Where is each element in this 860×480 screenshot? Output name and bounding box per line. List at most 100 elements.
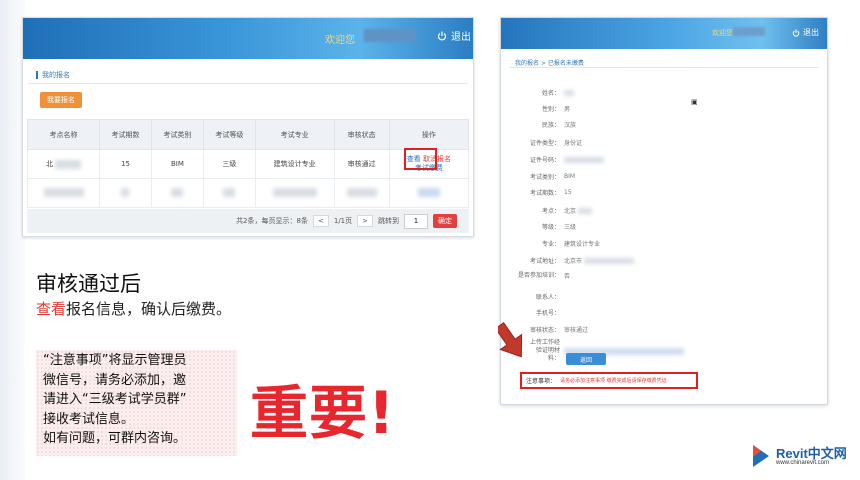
back-button[interactable]: 返回 <box>566 353 606 365</box>
breadcrumb-label[interactable]: 我的报名 <box>42 70 70 80</box>
col-header: 考试等级 <box>202 119 256 150</box>
field-value: 建筑设计专业 <box>564 241 601 248</box>
cancel-registration-link[interactable]: 取消报名 <box>423 155 451 163</box>
redacted-blur <box>346 187 377 197</box>
welcome-text: 欢迎您 <box>712 29 733 37</box>
field-label: 等级： <box>541 224 560 231</box>
field-row: 专业： 建筑设计专业 <box>501 239 600 248</box>
jump-label: 跳转到 <box>378 217 399 225</box>
field-row: 证件类型： 身份证 <box>501 138 582 147</box>
field-label: 考点： <box>541 208 560 215</box>
header-banner: 欢迎您 退出 <box>501 18 827 49</box>
cell-redacted <box>254 178 335 208</box>
col-header: 考试专业 <box>254 119 335 150</box>
header-banner: 欢迎您 退出 <box>23 18 473 59</box>
table-row: 北 15 BIM 三级 建筑设计专业 审核通过 查看 取消报名 考试缴费 <box>26 149 470 179</box>
view-link[interactable]: 查看 <box>407 155 421 163</box>
logout-label: 退出 <box>803 28 819 37</box>
divider <box>28 83 468 84</box>
redacted-blur <box>578 207 593 214</box>
jump-confirm-button[interactable]: 确定 <box>433 214 457 228</box>
redacted-blur <box>272 187 317 197</box>
logo-text: Revit中文网 www.chinarevit.com <box>776 447 847 466</box>
field-row: 是否参加培训： 否 <box>501 271 571 281</box>
field-value: 汉族 <box>564 122 577 129</box>
logout-button[interactable]: 退出 <box>792 27 819 38</box>
jump-page-input[interactable] <box>404 213 428 229</box>
redacted-blur <box>43 187 84 197</box>
cell-redacted <box>150 178 204 208</box>
cell-redacted <box>99 178 152 208</box>
cell-redacted <box>26 178 101 208</box>
note-box: “注意事项”将显示管理员 微信号，请务必添加，邀 请进入“三级考试学员群” 接收… <box>36 350 237 456</box>
table-header-row: 考点名称 考试期数 考试类别 考试等级 考试专业 审核状态 操作 <box>26 119 470 150</box>
field-row: 考试期数： 15 <box>501 188 572 197</box>
field-label: 姓名： <box>541 90 560 97</box>
breadcrumb[interactable]: 我的报名 > 已报名未缴费 <box>515 58 584 67</box>
field-row: 性别： 男 <box>501 104 570 113</box>
important-banner: 重要! <box>250 379 396 447</box>
field-value: 北京市 <box>564 258 583 265</box>
exam-payment-link[interactable]: 考试缴费 <box>415 164 443 172</box>
field-row: 考点： 北京 <box>501 206 593 215</box>
table-row <box>26 178 470 208</box>
breadcrumb: 我的报名 <box>36 70 70 80</box>
col-header: 审核状态 <box>333 119 390 150</box>
pagination-bar: 共2条，每页显示：8条 < 1/1页 > 跳转到 确定 <box>27 209 469 233</box>
cell-status: 审核通过 <box>333 149 390 179</box>
note-line: 微信号，请务必添加，邀 <box>43 372 187 388</box>
field-row: 联系人： <box>501 292 564 301</box>
field-row: 等级： 三级 <box>501 222 576 231</box>
field-value: 身份证 <box>564 140 583 147</box>
col-header: 考点名称 <box>26 119 101 150</box>
revit-logo-icon <box>753 445 769 467</box>
field-label: 证件类型： <box>529 140 560 147</box>
caption-title: 审核通过后 <box>36 272 141 296</box>
field-value: 否 <box>564 273 571 280</box>
cell-actions: 查看 取消报名 考试缴费 <box>388 149 470 179</box>
logo-main: Revit中文网 <box>776 445 847 461</box>
cell-level: 三级 <box>202 149 256 179</box>
note-line: 如有问题，可群内咨询。 <box>43 431 187 446</box>
field-row: 证件号码： <box>501 155 604 164</box>
field-row: 手机号： <box>501 308 564 317</box>
apply-button[interactable]: 我要报名 <box>40 92 82 108</box>
note-line: 接收考试信息。 <box>43 411 135 427</box>
field-label: 考试类别： <box>529 174 560 181</box>
notice-text: 请务必添加注意事项 缴费完成后请保存缴费凭证 <box>560 378 667 384</box>
redacted-blur <box>584 257 635 264</box>
prev-page-button[interactable]: < <box>312 215 329 227</box>
username-redacted <box>364 29 416 42</box>
field-value: 北京 <box>564 208 577 215</box>
redacted-blur <box>417 187 440 197</box>
logo-url: www.chinarevit.com <box>776 459 830 466</box>
cell-period: 15 <box>99 149 152 179</box>
cell-major: 建筑设计专业 <box>254 149 335 179</box>
cell-site: 北 <box>26 149 101 179</box>
redacted-blur <box>564 156 604 163</box>
welcome-text: 欢迎您 <box>325 35 355 46</box>
field-value: 男 <box>564 106 571 113</box>
redacted-blur <box>55 159 82 169</box>
username-redacted <box>733 27 765 36</box>
field-value: BIM <box>564 173 576 180</box>
col-header: 考试类别 <box>150 119 204 150</box>
logout-button[interactable]: 退出 <box>437 28 471 43</box>
pointer-arrow-icon <box>498 322 523 358</box>
notice-label: 注意事项： <box>526 378 557 385</box>
field-value: 三级 <box>564 224 577 231</box>
note-line: “注意事项”将显示管理员 <box>43 353 187 368</box>
field-value: 审核通过 <box>564 327 589 334</box>
power-icon <box>792 28 800 37</box>
cell-redacted <box>333 178 390 208</box>
pagination-summary: 共2条，每页显示：8条 <box>236 217 308 225</box>
field-label: 联系人： <box>535 294 560 301</box>
site-logo: Revit中文网 www.chinarevit.com <box>750 443 847 469</box>
field-label: 性别： <box>541 106 560 113</box>
next-page-button[interactable]: > <box>357 215 373 227</box>
field-label: 是否参加培训： <box>517 271 560 279</box>
breadcrumb-marker <box>36 71 38 79</box>
col-header: 考试期数 <box>99 119 152 150</box>
notice-box: 注意事项： 请务必添加注意事项 缴费完成后请保存缴费凭证 <box>520 372 698 389</box>
photo-placeholder-icon: ▣ <box>691 98 698 106</box>
